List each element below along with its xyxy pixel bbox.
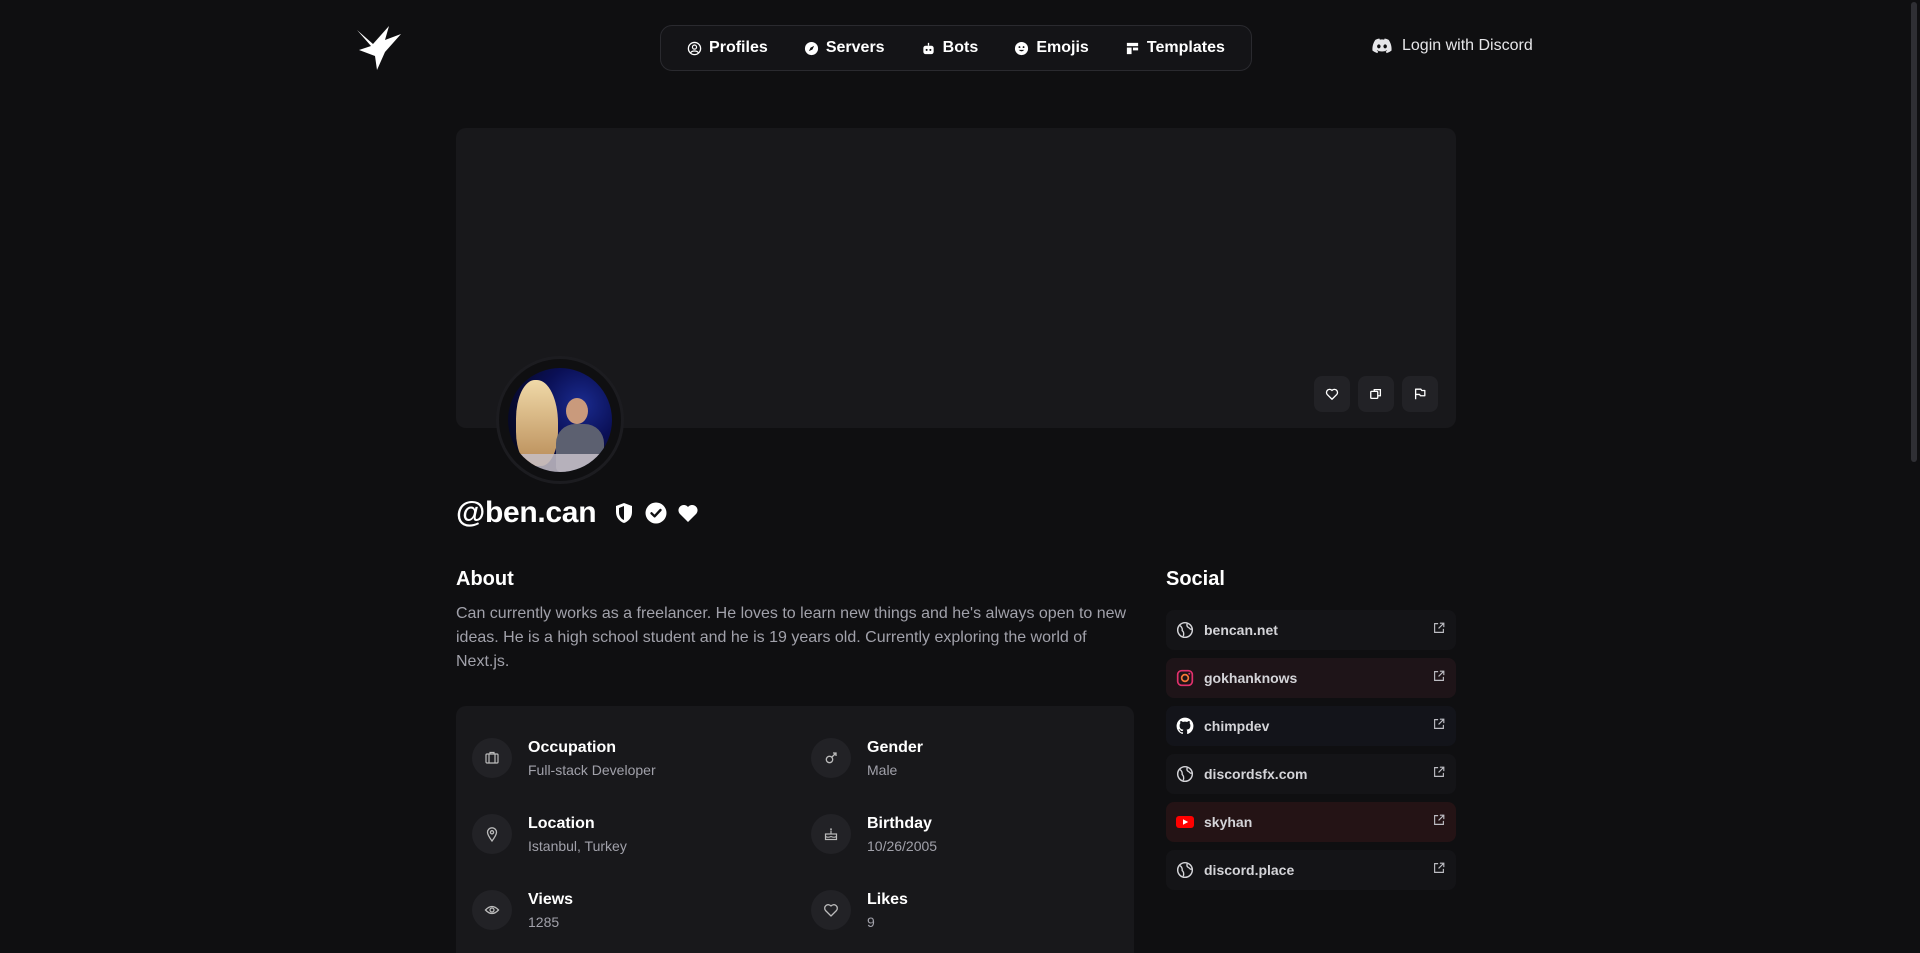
social-link-github[interactable]: chimpdev	[1166, 706, 1456, 746]
compass-icon	[804, 41, 818, 55]
social-name: skyhan	[1204, 814, 1253, 830]
heart-outline-icon	[1325, 388, 1339, 400]
external-link-icon	[1432, 717, 1446, 736]
eye-icon	[472, 890, 512, 930]
info-label: Occupation	[528, 738, 617, 756]
discord-icon	[1372, 38, 1392, 54]
info-birthday: Birthday 10/26/2005	[811, 814, 937, 854]
info-value: Full-stack Developer	[528, 761, 656, 778]
login-with-discord-button[interactable]: Login with Discord	[1372, 37, 1533, 55]
avatar	[508, 368, 612, 472]
info-value: 9	[867, 913, 875, 930]
like-button[interactable]	[1314, 376, 1350, 412]
info-label: Birthday	[867, 814, 932, 832]
external-link-icon	[1432, 669, 1446, 688]
main-nav: Profiles Servers Bots Emojis Templates	[660, 25, 1252, 71]
instagram-icon	[1176, 669, 1194, 687]
avatar-frame	[496, 356, 624, 484]
info-location: Location Istanbul, Turkey	[472, 814, 627, 854]
nav-label: Profiles	[709, 39, 768, 56]
info-label: Likes	[867, 890, 908, 908]
scrollbar-thumb[interactable]	[1911, 2, 1917, 462]
page-scrollbar[interactable]	[1908, 0, 1920, 953]
github-icon	[1176, 717, 1194, 735]
social-name: discordsfx.com	[1204, 766, 1308, 782]
globe-icon	[1176, 621, 1194, 639]
info-occupation: Occupation Full-stack Developer	[472, 738, 656, 778]
banner-actions	[1314, 376, 1438, 412]
social-link-discordsfx[interactable]: discordsfx.com	[1166, 754, 1456, 794]
social-link-instagram[interactable]: gokhanknows	[1166, 658, 1456, 698]
social-name: discord.place	[1204, 862, 1295, 878]
nav-servers[interactable]: Servers	[796, 33, 893, 63]
info-gender: Gender Male	[811, 738, 923, 778]
username-row: @ben.can	[456, 496, 700, 530]
badges	[612, 501, 700, 525]
nav-label: Emojis	[1036, 39, 1089, 56]
nav-templates[interactable]: Templates	[1117, 33, 1233, 63]
about-text: Can currently works as a freelancer. He …	[456, 605, 1127, 670]
social-link-bencan[interactable]: bencan.net	[1166, 610, 1456, 650]
info-likes: Likes 9	[811, 890, 908, 930]
about-heading: About	[456, 568, 514, 590]
external-link-icon	[1432, 765, 1446, 784]
nav-label: Servers	[825, 39, 885, 56]
nav-label: Templates	[1146, 39, 1225, 56]
copy-button[interactable]	[1358, 376, 1394, 412]
globe-icon	[1176, 861, 1194, 879]
external-link-icon	[1432, 861, 1446, 880]
youtube-icon	[1176, 813, 1194, 831]
report-button[interactable]	[1402, 376, 1438, 412]
logo-icon	[357, 26, 401, 70]
info-label: Views	[528, 890, 574, 908]
nav-emojis[interactable]: Emojis	[1006, 33, 1096, 63]
male-icon	[811, 738, 851, 778]
social-list: bencan.net gokhanknows chimpdev discords…	[1166, 610, 1456, 898]
page: Profiles Servers Bots Emojis Templates L…	[0, 0, 1920, 953]
site-logo[interactable]	[355, 22, 405, 72]
user-circle-icon	[687, 41, 702, 55]
info-views: Views 1285	[472, 890, 573, 930]
smile-icon	[1015, 41, 1029, 55]
info-value: 1285	[528, 913, 560, 930]
nav-label: Bots	[942, 39, 979, 56]
shield-icon[interactable]	[612, 501, 636, 525]
info-value: Male	[867, 761, 898, 778]
layout-icon	[1126, 42, 1139, 54]
nav-profiles[interactable]: Profiles	[679, 33, 776, 63]
info-label: Gender	[867, 738, 924, 756]
nav-bots[interactable]: Bots	[913, 33, 987, 63]
social-heading: Social	[1166, 568, 1225, 590]
social-link-youtube[interactable]: skyhan	[1166, 802, 1456, 842]
copy-icon	[1370, 388, 1382, 400]
info-card: Occupation Full-stack Developer Gender M…	[456, 706, 1134, 953]
info-value: 10/26/2005	[867, 837, 938, 854]
social-name: chimpdev	[1204, 718, 1270, 734]
info-value: Istanbul, Turkey	[528, 837, 627, 854]
external-link-icon	[1432, 813, 1446, 832]
info-label: Location	[528, 814, 595, 832]
username: @ben.can	[456, 496, 597, 529]
briefcase-icon	[472, 738, 512, 778]
login-label: Login with Discord	[1402, 37, 1533, 54]
verified-check-icon[interactable]	[644, 501, 668, 525]
flag-icon	[1414, 388, 1426, 400]
globe-icon	[1176, 765, 1194, 783]
map-pin-icon	[472, 814, 512, 854]
heart-icon[interactable]	[676, 501, 700, 525]
social-name: gokhanknows	[1204, 670, 1298, 686]
cake-icon	[811, 814, 851, 854]
robot-icon	[923, 42, 934, 54]
external-link-icon	[1432, 621, 1446, 640]
heart-outline-icon	[811, 890, 851, 930]
social-name: bencan.net	[1204, 622, 1278, 638]
social-link-discord-place[interactable]: discord.place	[1166, 850, 1456, 890]
